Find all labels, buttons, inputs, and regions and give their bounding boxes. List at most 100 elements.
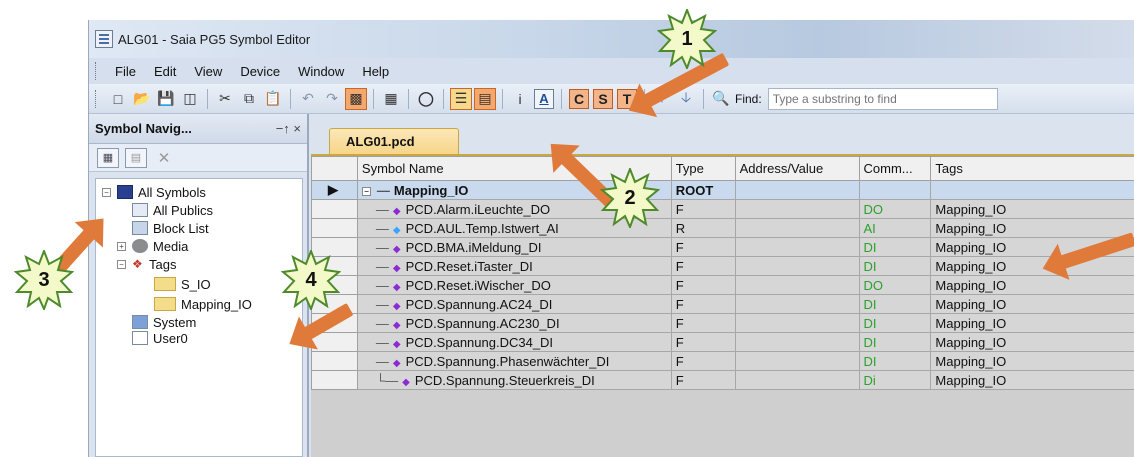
a-button[interactable]: A	[534, 88, 554, 109]
address-cell[interactable]	[734, 275, 860, 295]
s-button[interactable]: S	[593, 88, 613, 109]
table-row-root[interactable]: ▶ − — Mapping_IO ROOT	[311, 180, 1134, 200]
tree-item-mapping-io[interactable]: Mapping_IO	[154, 295, 252, 313]
refresh-icon[interactable]: ◯	[415, 88, 437, 110]
symbol-name-cell[interactable]: — ◆ PCD.Spannung.Phasenwächter_DI	[356, 351, 672, 371]
comment-cell[interactable]: DI	[858, 256, 932, 276]
table-row[interactable]: — ◆ PCD.Spannung.AC230_DI F DI Mapping_IO	[311, 313, 1134, 333]
address-cell[interactable]	[734, 256, 860, 276]
table-row[interactable]: — ◆ PCD.AUL.Temp.Istwert_AI R AI Mapping_IO	[311, 218, 1134, 238]
tree-item-all-publics[interactable]: All Publics	[132, 201, 213, 219]
menu-window[interactable]: Window	[289, 64, 353, 79]
tags-cell[interactable]: Mapping_IO	[930, 199, 1134, 219]
row-header[interactable]	[311, 199, 358, 219]
tree-item-s-io[interactable]: S_IO	[154, 275, 211, 293]
type-cell[interactable]: R	[670, 218, 736, 238]
row-header[interactable]	[311, 332, 358, 352]
tags-cell[interactable]: Mapping_IO	[930, 218, 1134, 238]
pin-close-icon[interactable]: −↑ ×	[276, 121, 301, 136]
tags-cell[interactable]: Mapping_IO	[930, 294, 1134, 314]
column-header-comment[interactable]: Comm...	[858, 156, 932, 181]
column-header-tags[interactable]: Tags	[930, 156, 1134, 181]
type-cell[interactable]: F	[670, 199, 736, 219]
tree-item-user0[interactable]: User0	[132, 329, 188, 347]
redo-icon[interactable]: ↷	[321, 88, 343, 110]
comment-cell[interactable]: DI	[858, 332, 932, 352]
table-row[interactable]: — ◆ PCD.Reset.iTaster_DI F DI Mapping_IO	[311, 256, 1134, 276]
close-icon[interactable]: ✕	[153, 148, 175, 168]
table-row[interactable]: — ◆ PCD.Spannung.Phasenwächter_DI F DI Mappin…	[311, 351, 1134, 371]
find-input[interactable]	[767, 87, 998, 110]
undo-icon[interactable]: ↶	[297, 88, 319, 110]
address-cell[interactable]	[734, 351, 860, 371]
collapse-icon[interactable]: −	[117, 259, 126, 269]
collapse-icon[interactable]: −	[102, 187, 111, 197]
type-cell[interactable]: F	[670, 332, 736, 352]
type-cell[interactable]: F	[670, 256, 736, 276]
address-cell[interactable]	[734, 294, 860, 314]
save-all-icon[interactable]: ◫	[179, 88, 201, 110]
symbol-name-cell[interactable]: └— ◆ PCD.Spannung.Steuerkreis_DI	[356, 370, 672, 390]
open-folder-icon[interactable]: 📂	[131, 88, 153, 110]
table-row[interactable]: — ◆ PCD.Spannung.DC34_DI F DI Mapping_IO	[311, 332, 1134, 352]
comment-cell[interactable]: Di	[858, 370, 932, 390]
table-row[interactable]: — ◆ PCD.Reset.iWischer_DO F DO Mapping_IO	[311, 275, 1134, 295]
menu-device[interactable]: Device	[231, 64, 289, 79]
c-button[interactable]: C	[569, 88, 589, 109]
cut-icon[interactable]: ✂	[214, 88, 236, 110]
root-address-cell[interactable]	[734, 180, 860, 200]
info-icon[interactable]: i	[509, 88, 531, 110]
root-comment-cell[interactable]	[858, 180, 932, 200]
menu-file[interactable]: File	[106, 64, 145, 79]
symbol-name-cell[interactable]: — ◆ PCD.Reset.iTaster_DI	[356, 256, 672, 276]
column-header-type[interactable]: Type	[670, 156, 736, 181]
table-row[interactable]: — ◆ PCD.BMA.iMeldung_DI F DI Mapping_IO	[311, 237, 1134, 257]
save-icon[interactable]: 💾	[155, 88, 177, 110]
comment-cell[interactable]: DI	[858, 294, 932, 314]
tags-cell[interactable]: Mapping_IO	[930, 332, 1134, 352]
menu-view[interactable]: View	[185, 64, 231, 79]
symbol-name-cell[interactable]: — ◆ PCD.Spannung.AC24_DI	[356, 294, 672, 314]
tags-cell[interactable]: Mapping_IO	[930, 351, 1134, 371]
import-icon[interactable]: ▩	[345, 87, 367, 110]
root-type-cell[interactable]: ROOT	[670, 180, 736, 200]
row-header[interactable]	[311, 370, 358, 390]
comment-cell[interactable]: AI	[858, 218, 932, 238]
type-cell[interactable]: F	[670, 370, 736, 390]
document-tab[interactable]: ALG01.pcd	[329, 128, 459, 154]
root-tags-cell[interactable]	[930, 180, 1134, 200]
row-header[interactable]	[311, 351, 358, 371]
menu-edit[interactable]: Edit	[145, 64, 185, 79]
tree-item-tags[interactable]: − ❖ Tags	[117, 255, 176, 273]
type-cell[interactable]: F	[670, 275, 736, 295]
row-header[interactable]	[311, 218, 358, 238]
tree-item-media[interactable]: + Media	[117, 237, 188, 255]
column-header-address-value[interactable]: Address/Value	[734, 156, 860, 181]
tree-item-block-list[interactable]: Block List	[132, 219, 209, 237]
address-cell[interactable]	[734, 218, 860, 238]
table-row[interactable]: └— ◆ PCD.Spannung.Steuerkreis_DI F Di Mapping…	[311, 370, 1134, 390]
type-cell[interactable]: F	[670, 237, 736, 257]
navigator-view-icon[interactable]: ▦	[97, 147, 119, 168]
menu-help[interactable]: Help	[353, 64, 398, 79]
copy-icon[interactable]: ⧉	[238, 88, 260, 110]
new-file-icon[interactable]: □	[107, 88, 129, 110]
comment-cell[interactable]: DI	[858, 351, 932, 371]
comment-cell[interactable]: DO	[858, 275, 932, 295]
address-cell[interactable]	[734, 370, 860, 390]
address-cell[interactable]	[734, 199, 860, 219]
paste-icon[interactable]: 📋	[262, 88, 284, 110]
calendar-icon[interactable]: ▦	[380, 88, 402, 110]
symbol-name-cell[interactable]: — ◆ PCD.Reset.iWischer_DO	[356, 275, 672, 295]
type-cell[interactable]: F	[670, 351, 736, 371]
comment-cell[interactable]: DO	[858, 199, 932, 219]
type-cell[interactable]: F	[670, 313, 736, 333]
tags-cell[interactable]: Mapping_IO	[930, 313, 1134, 333]
address-cell[interactable]	[734, 332, 860, 352]
tags-cell[interactable]: Mapping_IO	[930, 275, 1134, 295]
address-cell[interactable]	[734, 237, 860, 257]
table-row[interactable]: — ◆ PCD.Alarm.iLeuchte_DO F DO Mapping_IO	[311, 199, 1134, 219]
properties-icon[interactable]: ▤	[125, 147, 147, 168]
symbol-name-cell[interactable]: — ◆ PCD.BMA.iMeldung_DI	[356, 237, 672, 257]
expand-icon[interactable]: +	[117, 241, 126, 251]
